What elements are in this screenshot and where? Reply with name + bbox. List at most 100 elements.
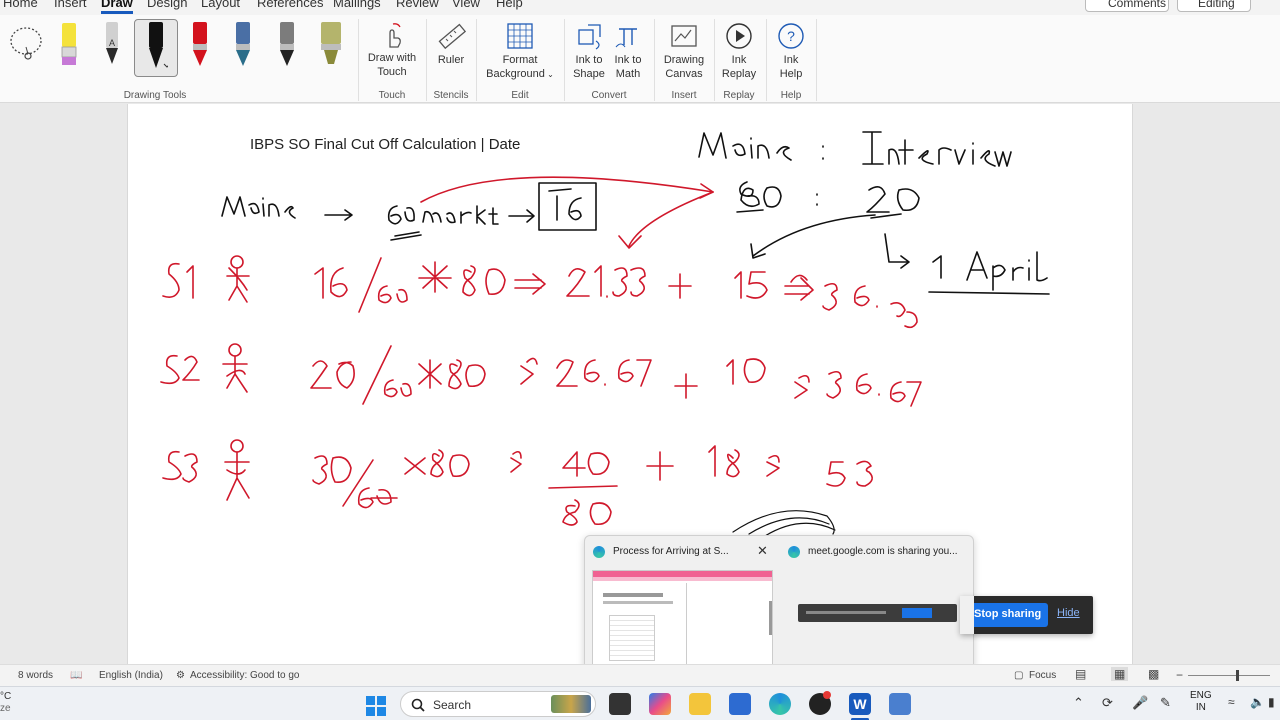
drawing-canvas-button[interactable]: Drawing Canvas [660, 21, 708, 81]
group-drawing-tools: Drawing Tools [123, 90, 187, 101]
zoom-out-icon[interactable]: − [1176, 668, 1183, 682]
weather-widget[interactable]: °C ze [0, 691, 11, 715]
word-app-icon[interactable]: W [849, 693, 871, 715]
ink-replay-button[interactable]: Ink Replay [720, 21, 758, 81]
tab-help[interactable]: Help [496, 0, 523, 10]
search-icon [411, 698, 425, 712]
ribbon: A Drawing Tools Draw with Touch Touch Ru… [0, 15, 1280, 103]
pen-icon[interactable]: ✎ [1160, 695, 1171, 711]
red-pen-icon[interactable] [189, 20, 211, 74]
gray-pen-icon[interactable] [276, 20, 298, 74]
drawing-canvas-line2: Canvas [665, 68, 703, 80]
focus-icon: ▢ [1014, 670, 1024, 681]
chevron-up-icon[interactable]: ⌃ [1073, 695, 1084, 711]
hide-link[interactable]: Hide [1057, 607, 1080, 619]
stop-sharing-label: Stop sharing [974, 608, 1042, 620]
group-touch: Touch [378, 90, 406, 101]
copilot-icon[interactable] [649, 693, 671, 715]
ink-help-line2: Help [779, 68, 803, 80]
format-background-icon [507, 23, 533, 49]
edge-taskbar-icon[interactable] [769, 693, 791, 715]
ink-help-line1: Ink [783, 54, 799, 66]
zoom-slider[interactable] [1188, 670, 1270, 681]
drawing-canvas-line1: Drawing [663, 54, 705, 66]
black-pen-icon[interactable] [144, 20, 168, 74]
print-layout-icon[interactable]: ▦ [1111, 667, 1129, 681]
play-icon [726, 23, 752, 49]
ink-to-math-line2: Math [615, 68, 641, 80]
ink-to-shape-button[interactable]: Ink to Shape [570, 21, 608, 81]
divider [426, 19, 427, 101]
calculator-icon[interactable] [889, 693, 911, 715]
thumbnail-preview-right[interactable] [798, 604, 957, 622]
tab-insert[interactable]: Insert [54, 0, 87, 10]
galaxy-pen-icon[interactable] [232, 20, 254, 74]
focus-button[interactable]: Focus [1029, 670, 1056, 681]
ink-to-shape-line2: Shape [573, 68, 605, 80]
tab-references[interactable]: References [257, 0, 323, 10]
tab-home[interactable]: Home [3, 0, 38, 10]
wifi-icon[interactable]: ≈ [1228, 695, 1235, 709]
tab-mailings[interactable]: Mailings [333, 0, 381, 10]
taskbar: °C ze Search W ⌃ ⟳ 🎤 ✎ ENG IN ≈ 🔈 ▮ [0, 686, 1280, 720]
ink-to-shape-line1: Ink to [575, 54, 603, 66]
accessibility-status[interactable]: Accessibility: Good to go [190, 670, 300, 681]
ink-help-button[interactable]: ? Ink Help [772, 21, 810, 81]
pencil-icon[interactable]: A [101, 20, 123, 74]
ink-to-math-button[interactable]: Ink to Math [610, 21, 646, 81]
language-indicator[interactable]: ENG IN [1190, 690, 1212, 714]
format-background-button[interactable]: Format Background ⌄ [482, 21, 558, 82]
zoom-thumb[interactable] [1236, 670, 1239, 681]
drawing-canvas-icon [671, 25, 697, 47]
menu-bar: Home Insert Draw Design Layout Reference… [0, 0, 1280, 15]
editing-label: Editing [1198, 0, 1235, 10]
microphone-icon[interactable]: 🎤 [1132, 695, 1148, 711]
screen-sharing-bar: Stop sharing Hide [960, 596, 1093, 634]
tab-review[interactable]: Review [396, 0, 439, 10]
group-convert: Convert [591, 90, 627, 101]
word-count[interactable]: 8 words [18, 670, 53, 681]
svg-text:A: A [109, 38, 115, 48]
lasso-select-icon[interactable] [8, 25, 44, 65]
proofing-icon[interactable]: 📖 [70, 670, 82, 681]
language-bottom: IN [1195, 702, 1206, 713]
read-mode-icon[interactable]: ▤ [1075, 667, 1086, 681]
thumbnail-title-right[interactable]: meet.google.com is sharing you... [808, 546, 970, 557]
ruler-label: Ruler [437, 54, 465, 66]
comments-button[interactable]: Comments [1085, 0, 1169, 12]
comments-label: Comments [1108, 0, 1167, 10]
draw-with-touch-button[interactable]: Draw with Touch [364, 21, 420, 79]
close-icon[interactable]: ✕ [757, 543, 768, 559]
file-explorer-icon[interactable] [689, 693, 711, 715]
tab-design[interactable]: Design [147, 0, 187, 10]
ink-row-s2 [160, 343, 922, 407]
battery-icon[interactable]: ▮ [1268, 695, 1275, 709]
draw-with-touch-line1: Draw with [367, 52, 417, 64]
language-status[interactable]: English (India) [99, 670, 163, 681]
thumbnail-title-left[interactable]: Process for Arriving at S... [613, 546, 763, 557]
accessibility-icon: ⚙ [176, 670, 185, 681]
tab-draw[interactable]: Draw [101, 0, 133, 14]
sync-icon[interactable]: ⟳ [1102, 695, 1113, 711]
task-view-icon[interactable] [609, 693, 631, 715]
highlighter-yellow-icon[interactable] [58, 20, 80, 74]
ink-to-shape-icon [578, 24, 601, 50]
web-layout-icon[interactable]: ▩ [1148, 667, 1159, 681]
tab-layout[interactable]: Layout [201, 0, 240, 10]
touch-hand-icon [389, 23, 401, 48]
thumbnail-overlap [960, 596, 974, 634]
store-icon[interactable] [729, 693, 751, 715]
olive-highlighter-icon[interactable] [318, 20, 344, 74]
svg-text:?: ? [787, 28, 795, 44]
thumbnail-preview-left[interactable] [592, 570, 773, 666]
volume-icon[interactable]: 🔈 [1250, 695, 1265, 709]
ink-mains-to-marks [221, 182, 597, 241]
edge-browser-icon [593, 546, 605, 558]
draw-with-touch-line2: Touch [377, 66, 407, 78]
taskbar-search[interactable]: Search [400, 691, 596, 717]
ruler-button[interactable]: Ruler [432, 21, 470, 67]
windows-start-icon[interactable] [365, 695, 387, 717]
editing-mode-button[interactable]: Editing [1177, 0, 1251, 12]
tab-view[interactable]: View [452, 0, 480, 10]
question-icon: ? [778, 23, 804, 49]
